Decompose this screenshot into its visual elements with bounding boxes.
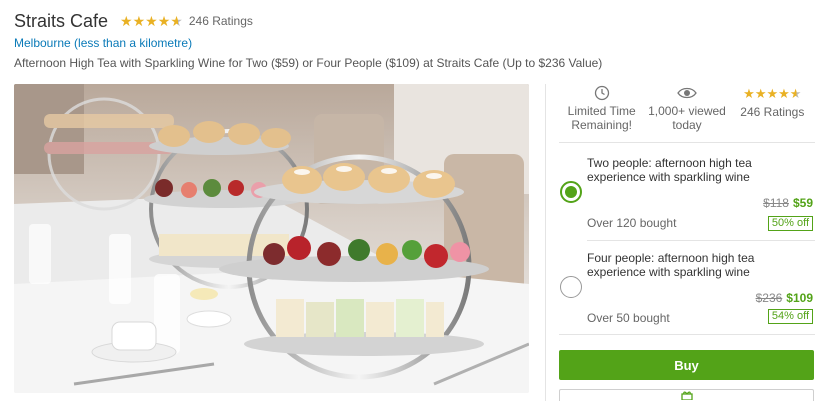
- location-link[interactable]: Melbourne (less than a kilometre): [14, 36, 192, 50]
- rating-stars[interactable]: ★ ★ ★ ★ ★: [120, 14, 183, 28]
- views-line1: 1,000+ viewed: [648, 104, 726, 118]
- option-bought-count: Over 120 bought: [587, 216, 677, 230]
- star-icon: ★: [132, 13, 146, 29]
- half-star-icon: ★: [170, 13, 183, 29]
- views-line2: today: [672, 118, 702, 132]
- option-discount-badge: 54% off: [767, 309, 813, 324]
- star-icon: ★: [157, 13, 171, 29]
- gift-button[interactable]: [559, 389, 814, 401]
- limited-time-line1: Limited Time: [567, 104, 636, 118]
- panel-divider: [545, 84, 546, 401]
- star-icon: ★: [743, 85, 755, 101]
- option-new-price: $109: [786, 291, 813, 305]
- deal-title: Straits Cafe: [14, 10, 109, 31]
- buy-button[interactable]: Buy: [559, 350, 814, 380]
- star-icon: ★: [766, 85, 779, 101]
- option-old-price: $118: [763, 196, 789, 210]
- deal-option[interactable]: Two people: afternoon high tea experienc…: [559, 143, 815, 237]
- star-icon: ★: [754, 85, 767, 101]
- deal-hero-image[interactable]: [14, 84, 529, 393]
- option-discount-badge: 50% off: [767, 216, 813, 231]
- option-price: $118 $59: [763, 196, 813, 210]
- divider: [559, 334, 815, 335]
- star-icon: ★: [778, 85, 790, 101]
- option-bought-count: Over 50 bought: [587, 311, 670, 325]
- deal-option[interactable]: Four people: afternoon high tea experien…: [559, 241, 815, 335]
- star-icon: ★: [145, 13, 158, 29]
- option-radio-selected[interactable]: [560, 181, 582, 203]
- option-new-price: $59: [792, 196, 813, 210]
- deal-header: Straits Cafe ★ ★ ★ ★ ★ 246 Ratings: [14, 9, 253, 33]
- rating-badge[interactable]: ★ ★ ★ ★ ★ 246 Ratings: [730, 84, 815, 142]
- star-icon: ★: [120, 13, 133, 29]
- badge-ratings-label: 246 Ratings: [740, 105, 805, 119]
- limited-time-badge: Limited Time Remaining!: [559, 84, 644, 142]
- half-star-icon: ★: [789, 85, 802, 101]
- gift-icon: [680, 391, 693, 400]
- limited-time-line2: Remaining!: [571, 118, 633, 132]
- high-tea-photo: [14, 84, 529, 393]
- badge-rating-stars: ★ ★ ★ ★ ★: [743, 84, 801, 102]
- option-radio[interactable]: [560, 276, 582, 298]
- option-price: $236 $109: [756, 291, 813, 305]
- option-title: Two people: afternoon high tea experienc…: [587, 156, 752, 184]
- option-title: Four people: afternoon high tea experien…: [587, 251, 755, 279]
- option-old-price: $236: [755, 291, 783, 305]
- clock-icon: [594, 84, 610, 102]
- eye-icon: [677, 84, 697, 102]
- ratings-count[interactable]: 246 Ratings: [189, 14, 253, 28]
- deal-badges: Limited Time Remaining! 1,000+ viewed to…: [559, 84, 815, 142]
- views-badge: 1,000+ viewed today: [644, 84, 729, 142]
- deal-subtitle: Afternoon High Tea with Sparkling Wine f…: [14, 56, 603, 70]
